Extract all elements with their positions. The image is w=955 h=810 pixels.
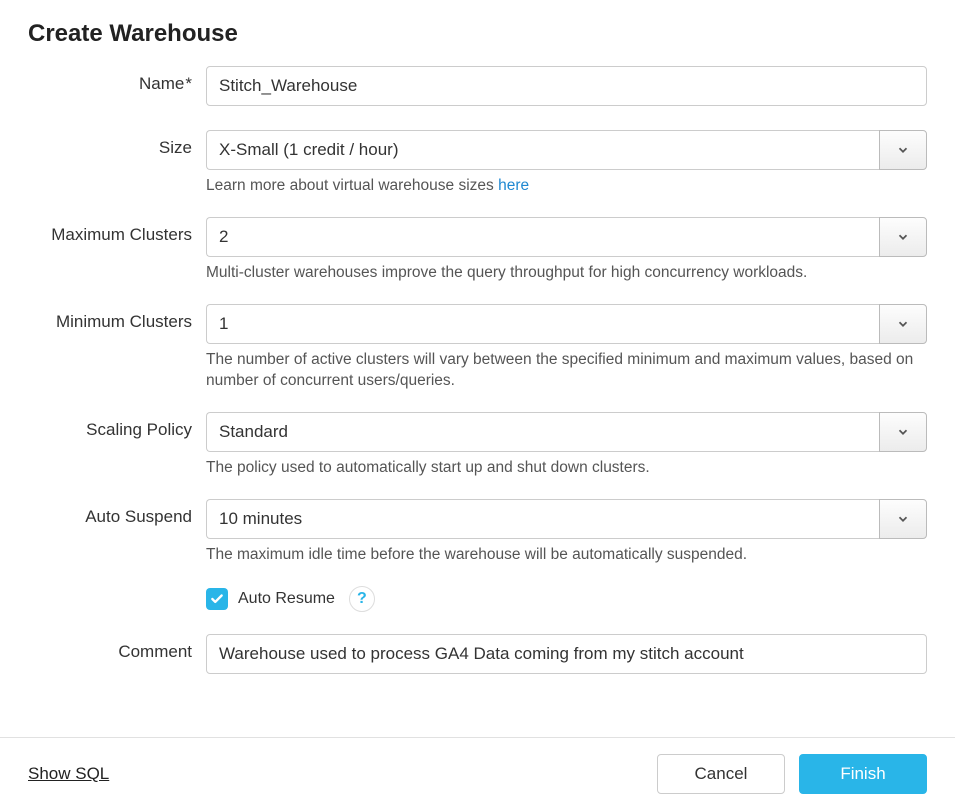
label-scaling-policy: Scaling Policy <box>28 412 206 440</box>
size-select[interactable]: X-Small (1 credit / hour) <box>206 130 927 170</box>
help-icon[interactable]: ? <box>349 586 375 612</box>
min-clusters-help: The number of active clusters will vary … <box>206 350 927 392</box>
chevron-down-icon <box>896 230 910 244</box>
row-size: Size X-Small (1 credit / hour) <box>28 130 927 170</box>
create-warehouse-dialog: Create Warehouse Name* Size X-Small (1 c… <box>0 0 955 674</box>
max-clusters-help: Multi-cluster warehouses improve the que… <box>206 263 927 284</box>
max-clusters-trigger[interactable] <box>879 217 927 257</box>
button-group: Cancel Finish <box>657 754 927 794</box>
row-scaling-policy: Scaling Policy Standard <box>28 412 927 452</box>
auto-suspend-help: The maximum idle time before the warehou… <box>206 545 927 566</box>
size-learn-more-link[interactable]: here <box>498 177 529 194</box>
size-help: Learn more about virtual warehouse sizes… <box>206 176 927 197</box>
auto-resume-label: Auto Resume <box>238 590 335 608</box>
chevron-down-icon <box>896 425 910 439</box>
row-auto-suspend: Auto Suspend 10 minutes <box>28 499 927 539</box>
max-clusters-value: 2 <box>206 217 879 257</box>
comment-input[interactable] <box>206 634 927 674</box>
label-comment: Comment <box>28 634 206 662</box>
auto-suspend-select[interactable]: 10 minutes <box>206 499 927 539</box>
max-clusters-select[interactable]: 2 <box>206 217 927 257</box>
required-mark: * <box>185 74 192 93</box>
scaling-policy-value: Standard <box>206 412 879 452</box>
label-max-clusters: Maximum Clusters <box>28 217 206 245</box>
row-auto-resume: Auto Resume ? <box>206 586 927 612</box>
row-name: Name* <box>28 66 927 106</box>
row-comment: Comment <box>28 634 927 674</box>
size-select-value: X-Small (1 credit / hour) <box>206 130 879 170</box>
finish-button[interactable]: Finish <box>799 754 927 794</box>
show-sql-link[interactable]: Show SQL <box>28 764 109 784</box>
label-auto-suspend: Auto Suspend <box>28 499 206 527</box>
chevron-down-icon <box>896 317 910 331</box>
label-min-clusters: Minimum Clusters <box>28 304 206 332</box>
size-select-trigger[interactable] <box>879 130 927 170</box>
min-clusters-select[interactable]: 1 <box>206 304 927 344</box>
scaling-policy-select[interactable]: Standard <box>206 412 927 452</box>
row-min-clusters: Minimum Clusters 1 <box>28 304 927 344</box>
min-clusters-trigger[interactable] <box>879 304 927 344</box>
chevron-down-icon <box>896 512 910 526</box>
chevron-down-icon <box>896 143 910 157</box>
label-name: Name* <box>28 66 206 94</box>
min-clusters-value: 1 <box>206 304 879 344</box>
dialog-title: Create Warehouse <box>28 20 927 48</box>
row-max-clusters: Maximum Clusters 2 <box>28 217 927 257</box>
scaling-policy-trigger[interactable] <box>879 412 927 452</box>
scaling-policy-help: The policy used to automatically start u… <box>206 458 927 479</box>
auto-suspend-trigger[interactable] <box>879 499 927 539</box>
cancel-button[interactable]: Cancel <box>657 754 785 794</box>
dialog-footer: Show SQL Cancel Finish <box>0 737 955 810</box>
question-mark-icon: ? <box>357 590 367 608</box>
checkmark-icon <box>210 592 224 606</box>
name-input[interactable] <box>206 66 927 106</box>
auto-resume-checkbox[interactable] <box>206 588 228 610</box>
label-size: Size <box>28 130 206 158</box>
auto-suspend-value: 10 minutes <box>206 499 879 539</box>
